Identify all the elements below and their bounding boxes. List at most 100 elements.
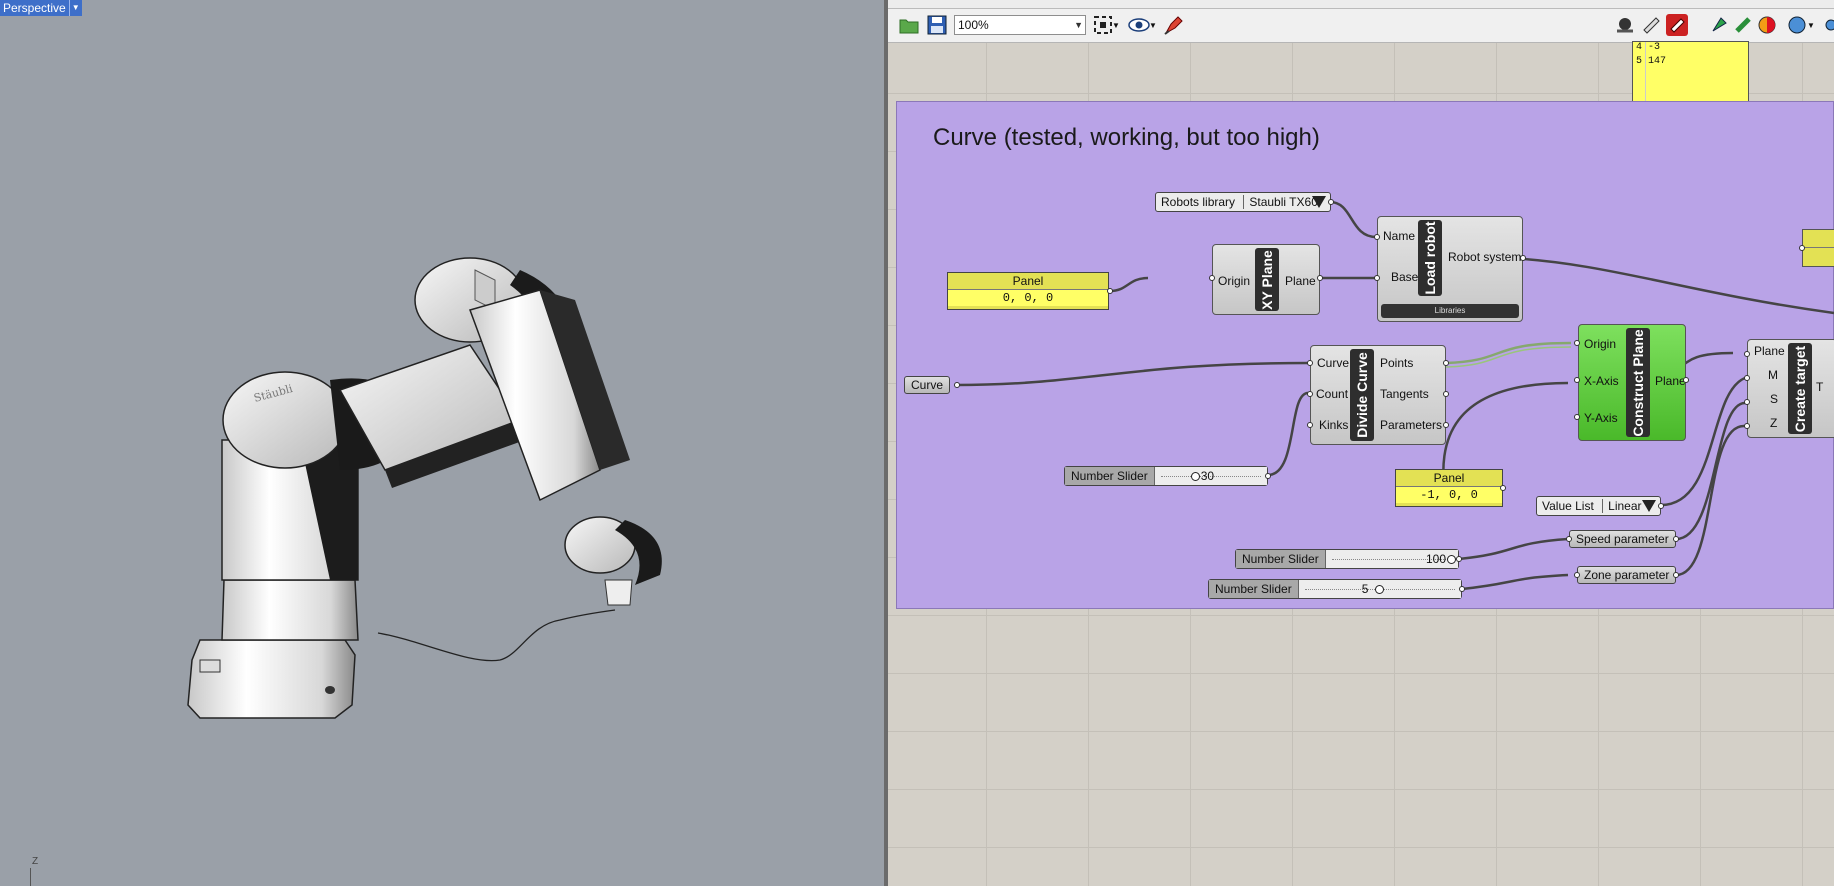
port-dot[interactable]: [1673, 572, 1679, 578]
create-target-component[interactable]: Plane M S Z Create target T: [1747, 339, 1834, 438]
port-dot[interactable]: [1443, 422, 1449, 428]
chevron-down-icon[interactable]: ▼: [1111, 14, 1121, 36]
port-dot[interactable]: [1574, 414, 1580, 420]
divide-curve-component[interactable]: Curve Count Kinks Divide Curve Points Ta…: [1310, 345, 1446, 445]
divide-curve-output-tangents: Tangents: [1380, 387, 1429, 401]
port-dot[interactable]: [1799, 245, 1805, 251]
chevron-down-icon[interactable]: ▼: [1148, 14, 1158, 36]
port-dot[interactable]: [1658, 503, 1664, 509]
port-dot[interactable]: [1574, 572, 1580, 578]
create-target-input-plane: Plane: [1754, 344, 1785, 358]
slider-track[interactable]: 100: [1325, 550, 1458, 568]
port-dot[interactable]: [1456, 556, 1462, 562]
rhino-viewport[interactable]: Perspective ▼ Stäubli Z: [0, 0, 884, 886]
port-dot[interactable]: [954, 382, 960, 388]
port-dot[interactable]: [1574, 377, 1580, 383]
construct-plane-component[interactable]: Origin X-Axis Y-Axis Construct Plane Pla…: [1578, 324, 1686, 441]
value-list-label: Value List: [1542, 499, 1594, 513]
slider-knob[interactable]: [1190, 472, 1200, 481]
zone-parameter[interactable]: Zone parameter: [1577, 566, 1677, 584]
motion-type-list[interactable]: Value List Linear: [1536, 496, 1661, 516]
grasshopper-canvas[interactable]: 4 -3 5 147 Curve (tested, working, but t…: [888, 41, 1834, 886]
menu-strip: [888, 0, 1834, 9]
folder-open-icon[interactable]: [898, 14, 920, 36]
speed-parameter[interactable]: Speed parameter: [1569, 530, 1676, 548]
slider-knob[interactable]: [1374, 585, 1384, 594]
slider-value: 100: [1425, 552, 1446, 566]
port-dot[interactable]: [1328, 199, 1334, 205]
save-icon[interactable]: [926, 14, 948, 36]
port-dot[interactable]: [1574, 340, 1580, 346]
xy-plane-component[interactable]: Origin XY Plane Plane: [1212, 244, 1320, 315]
dropdown-arrow-icon[interactable]: [1312, 196, 1326, 208]
port-dot[interactable]: [1307, 360, 1313, 366]
port-dot[interactable]: [1307, 422, 1313, 428]
port-dot[interactable]: [1374, 275, 1380, 281]
port-dot[interactable]: [1673, 536, 1679, 542]
pen-icon[interactable]: [1163, 14, 1185, 36]
toolbar-more-icon[interactable]: [1820, 14, 1834, 36]
port-dot[interactable]: [1317, 275, 1323, 281]
chevron-down-icon[interactable]: ▼: [1806, 14, 1816, 36]
port-dot[interactable]: [1265, 473, 1271, 479]
divide-curve-output-points: Points: [1380, 356, 1414, 370]
create-target-input-m: M: [1768, 368, 1778, 382]
sphere-icon[interactable]: [1786, 14, 1808, 36]
create-target-input-z: Z: [1770, 416, 1778, 430]
load-robot-component[interactable]: Name Base Load robot Robot system Librar…: [1377, 216, 1523, 322]
selected-only-icon[interactable]: [1732, 14, 1754, 36]
construct-plane-input-xaxis: X-Axis: [1584, 374, 1619, 388]
axis-indicator: [30, 868, 31, 886]
canvas-toolbar: 100% ▼ ▼ ▼ ▼: [888, 9, 1834, 43]
origin-panel[interactable]: Panel 0, 0, 0: [947, 272, 1109, 310]
divide-curve-input-count: Count: [1316, 387, 1349, 401]
panel-value: -1, 0, 0: [1396, 487, 1502, 503]
load-robot-input-name: Name: [1383, 229, 1416, 243]
port-dot[interactable]: [1459, 586, 1465, 592]
preview-off-icon[interactable]: [1614, 14, 1636, 36]
zone-slider[interactable]: Number Slider 5: [1208, 579, 1462, 599]
port-dot[interactable]: [1744, 351, 1750, 357]
libraries-button[interactable]: Libraries: [1381, 304, 1519, 318]
panel-header: Panel: [948, 273, 1108, 290]
port-dot[interactable]: [1500, 485, 1506, 491]
preview-shaded-icon[interactable]: [1666, 14, 1688, 36]
clipped-panel[interactable]: [1802, 229, 1834, 267]
slider-knob[interactable]: [1447, 555, 1456, 564]
port-dot[interactable]: [1209, 275, 1215, 281]
slider-value: 5: [1361, 582, 1369, 596]
port-dot[interactable]: [1683, 377, 1689, 383]
port-dot[interactable]: [1443, 391, 1449, 397]
dropdown-arrow-icon[interactable]: [1642, 500, 1656, 512]
bake-icon[interactable]: [1708, 14, 1730, 36]
count-slider[interactable]: Number Slider 30: [1064, 466, 1268, 486]
port-dot[interactable]: [1307, 391, 1313, 397]
axis-label-z: Z: [32, 856, 39, 867]
port-dot[interactable]: [1566, 536, 1572, 542]
port-dot[interactable]: [1443, 360, 1449, 366]
slider-track[interactable]: 30: [1154, 467, 1267, 485]
curve-parameter[interactable]: Curve: [904, 376, 951, 394]
construct-plane-input-yaxis: Y-Axis: [1584, 411, 1618, 425]
port-dot[interactable]: [1744, 399, 1750, 405]
port-dot[interactable]: [1107, 288, 1113, 294]
divide-curve-input-kinks: Kinks: [1319, 418, 1349, 432]
slider-track[interactable]: 5: [1298, 580, 1461, 598]
divide-curve-title: Divide Curve: [1350, 349, 1374, 441]
material-icon[interactable]: [1756, 14, 1778, 36]
create-target-input-s: S: [1770, 392, 1779, 406]
xaxis-panel[interactable]: Panel -1, 0, 0: [1395, 469, 1503, 507]
robots-library-list[interactable]: Robots library Staubli TX60: [1155, 192, 1331, 212]
port-dot[interactable]: [1374, 234, 1380, 240]
robots-library-value: Staubli TX60: [1249, 195, 1318, 209]
eye-icon[interactable]: [1128, 14, 1150, 36]
xy-plane-input: Origin: [1218, 274, 1251, 288]
create-target-title: Create target: [1788, 343, 1812, 434]
zoom-dropdown[interactable]: 100% ▼: [954, 15, 1086, 35]
port-dot[interactable]: [1744, 375, 1750, 381]
xy-plane-title: XY Plane: [1255, 248, 1279, 311]
port-dot[interactable]: [1520, 255, 1526, 261]
port-dot[interactable]: [1744, 423, 1750, 429]
preview-wireframe-icon[interactable]: [1640, 14, 1662, 36]
speed-slider[interactable]: Number Slider 100: [1235, 549, 1459, 569]
